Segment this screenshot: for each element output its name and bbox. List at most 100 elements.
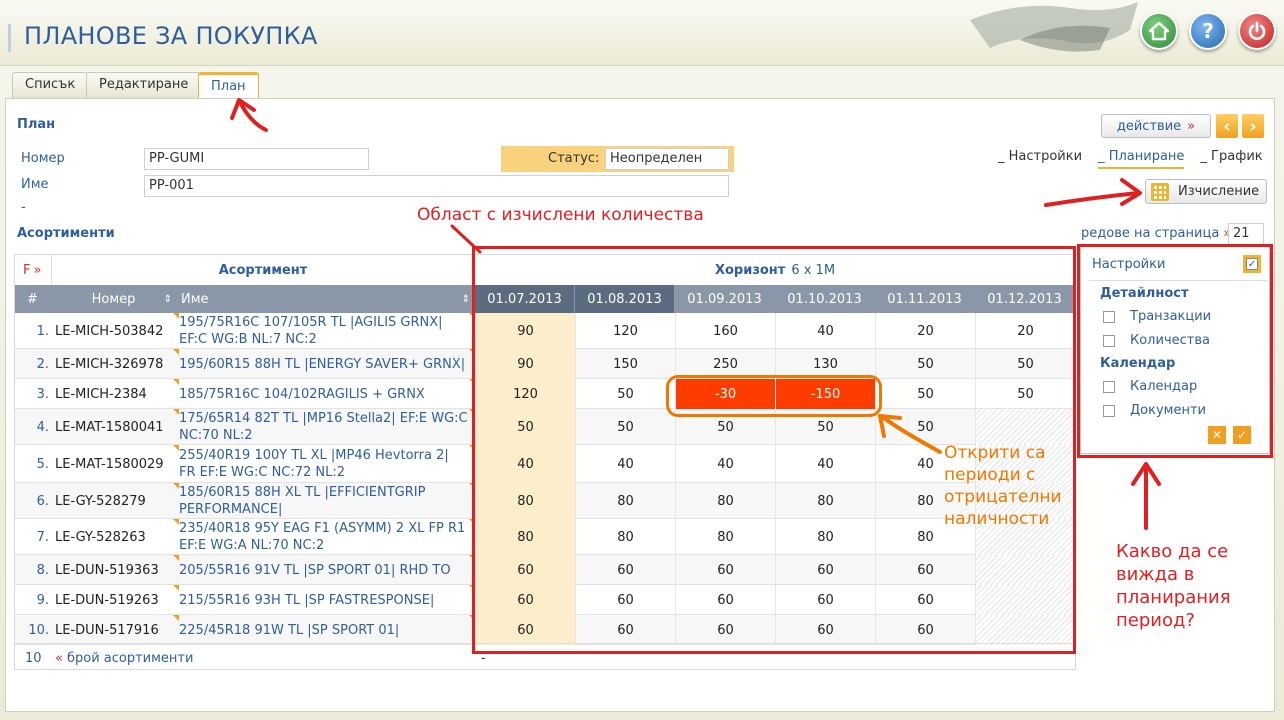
link-planning[interactable]: _ Планиране xyxy=(1098,149,1185,169)
action-arrow-icon: » xyxy=(1187,118,1196,134)
logout-button[interactable] xyxy=(1238,12,1276,50)
question-note-line: период? xyxy=(1116,610,1195,631)
edit-marker-icon xyxy=(173,313,179,319)
row-index: 10. xyxy=(28,622,49,638)
edit-marker-icon xyxy=(173,445,179,451)
row-name-link[interactable]: 195/75R16C 107/105R TL |AGILIS GRNX| EF:… xyxy=(179,313,469,349)
calculate-button[interactable]: Изчисление xyxy=(1145,179,1267,204)
status-label: Статус: xyxy=(548,151,600,166)
rows-per-page-input[interactable]: 21 xyxy=(1228,223,1264,245)
tab-list[interactable]: Списък xyxy=(12,72,89,98)
edit-marker-icon xyxy=(173,379,179,385)
name-label: Име xyxy=(21,177,49,192)
row-name-link[interactable]: 205/55R16 91V TL |SP SPORT 01| RHD TO xyxy=(179,555,469,585)
row-index: 6. xyxy=(36,493,49,509)
tab-edit[interactable]: Редактиране xyxy=(86,72,202,98)
row-number: LE-DUN-519263 xyxy=(55,592,159,608)
row-name-link[interactable]: 225/45R18 91W TL |SP SPORT 01| xyxy=(179,615,469,645)
row-name-link[interactable]: 185/75R16C 104/102RAGILIS + GRNX xyxy=(179,379,469,409)
question-note-line: планирания xyxy=(1116,587,1231,608)
row-name-link[interactable]: 185/60R15 88H XL TL |EFFICIENTGRIP PERFO… xyxy=(179,483,469,519)
edit-marker-icon xyxy=(173,519,179,525)
row-number: LE-MICH-2384 xyxy=(55,386,147,402)
row-index: 1. xyxy=(36,323,49,339)
number-label: Номер xyxy=(21,151,65,166)
row-number: LE-GY-528263 xyxy=(55,529,146,545)
assortment-header: Асортимент xyxy=(218,262,308,278)
column-name-label: Име xyxy=(181,291,209,307)
footer-label: брой асортименти xyxy=(66,650,194,666)
question-note-line: Какво да се xyxy=(1116,541,1229,562)
footer-link[interactable]: « брой асортименти xyxy=(55,649,193,667)
question-note-line: вижда в xyxy=(1116,564,1195,585)
link-schedule[interactable]: _ График xyxy=(1200,149,1262,169)
chevron-left-icon: ‹ xyxy=(1223,115,1231,137)
action-label: действие xyxy=(1116,118,1182,134)
filter-label: F xyxy=(23,262,31,278)
hawk-logo-image xyxy=(970,2,1138,52)
row-index: 8. xyxy=(36,562,49,578)
negative-note-line: периоди с xyxy=(944,465,1036,485)
negative-annotation: Открити са периоди с отрицателни налично… xyxy=(944,442,1062,530)
rows-per-page-label: редове на страница xyxy=(1081,226,1220,241)
edit-marker-icon xyxy=(173,483,179,489)
area-annotation: Област с изчислени количества xyxy=(417,205,704,225)
status-select[interactable]: Неопределен xyxy=(605,148,729,170)
action-button[interactable]: действие » xyxy=(1101,114,1211,138)
row-index: 9. xyxy=(36,592,49,608)
edit-marker-icon xyxy=(173,555,179,561)
column-index: # xyxy=(15,285,51,313)
calculator-icon xyxy=(1151,182,1169,201)
question-annotation: Какво да се вижда в планирания период? xyxy=(1116,540,1231,632)
help-icon: ? xyxy=(1202,19,1214,43)
row-name-link[interactable]: 215/55R16 93H TL |SP FASTRESPONSE| xyxy=(179,585,469,615)
view-links: _ Настройки _ Планиране _ График xyxy=(998,149,1263,169)
filter-arrow-icon: » xyxy=(33,262,42,278)
row-index: 4. xyxy=(36,419,49,435)
prev-button[interactable]: ‹ xyxy=(1216,114,1238,138)
sort-icon: ⇕ xyxy=(461,293,470,305)
row-number: LE-DUN-519363 xyxy=(55,562,159,578)
edit-marker-icon xyxy=(173,585,179,591)
home-button[interactable] xyxy=(1140,12,1178,50)
row-number: LE-MAT-1580029 xyxy=(55,456,164,472)
column-number[interactable]: Номер ⇕ xyxy=(51,285,177,313)
negative-values-highlight xyxy=(666,375,882,417)
filter-toggle[interactable]: F » xyxy=(23,261,41,279)
column-name[interactable]: Име ⇕ xyxy=(177,285,475,313)
help-button[interactable]: ? xyxy=(1189,12,1227,50)
tab-plan[interactable]: План xyxy=(198,72,259,100)
row-name-link[interactable]: 255/40R19 100Y TL XL |MP46 Hevtorra 2| F… xyxy=(179,445,469,483)
edit-marker-icon xyxy=(173,409,179,415)
row-name-link[interactable]: 235/40R18 95Y EAG F1 (ASYMM) 2 XL FP R1 … xyxy=(179,519,469,555)
footer-arrow-icon: « xyxy=(55,650,63,666)
row-index: 2. xyxy=(36,356,49,372)
sort-icon: ⇕ xyxy=(163,293,172,305)
empty-field-dash: - xyxy=(21,200,26,215)
assortments-section-title: Асортименти xyxy=(17,226,115,241)
negative-note-line: отрицателни xyxy=(944,487,1062,507)
row-number: LE-DUN-517916 xyxy=(55,622,159,638)
negative-note-line: Открити са xyxy=(944,443,1046,463)
row-name-link[interactable]: 195/60R15 88H TL |ENERGY SAVER+ GRNX| xyxy=(179,349,469,379)
next-button[interactable]: › xyxy=(1242,114,1264,138)
footer-count: 10 xyxy=(25,650,42,666)
negative-note-line: наличности xyxy=(944,509,1050,529)
name-input[interactable]: PP-001 xyxy=(144,175,729,197)
row-name-link[interactable]: 175/65R14 82T TL |MP16 Stella2| EF:E WG:… xyxy=(179,409,469,445)
column-number-label: Номер xyxy=(91,291,136,307)
row-number: LE-GY-528279 xyxy=(55,493,146,509)
rows-per-page: редове на страница » xyxy=(1081,226,1231,241)
row-index: 3. xyxy=(36,386,49,402)
row-number: LE-MICH-326978 xyxy=(55,356,164,372)
chevron-right-icon: › xyxy=(1249,115,1257,137)
link-settings[interactable]: _ Настройки xyxy=(998,149,1082,169)
settings-highlight xyxy=(1077,244,1273,458)
row-number: LE-MICH-503842 xyxy=(55,323,164,339)
number-input[interactable]: PP-GUMI xyxy=(144,148,369,170)
page-title: ПЛАНОВЕ ЗА ПОКУПКА xyxy=(24,22,318,50)
row-number: LE-MAT-1580041 xyxy=(55,419,164,435)
edit-marker-icon xyxy=(173,615,179,621)
row-index: 7. xyxy=(36,529,49,545)
title-accent xyxy=(8,24,11,52)
